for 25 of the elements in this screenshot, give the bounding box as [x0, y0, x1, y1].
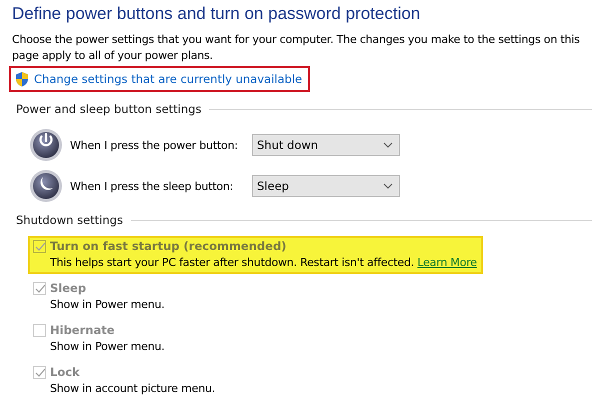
page-title: Define power buttons and turn on password protection: [12, 4, 422, 24]
shield-icon: [14, 71, 29, 87]
checkmark-icon: [34, 240, 45, 252]
setting-label: When I press the sleep button:: [70, 180, 234, 192]
option-description: Show in account picture menu.: [50, 382, 216, 395]
option-description: Show in Power menu.: [50, 340, 165, 353]
action-dropdown[interactable]: Sleep: [252, 175, 400, 197]
option-label: Hibernate: [50, 323, 115, 337]
chevron-down-icon: [383, 142, 393, 148]
section-heading: Shutdown settings: [16, 213, 123, 227]
description-text: Choose the power settings that you want for your computer. The changes you make to the settings on this page apply to all of your power plans.: [12, 32, 581, 64]
checkmark-icon: [34, 282, 45, 294]
action-dropdown[interactable]: Shut down: [252, 134, 400, 156]
chevron-down-icon: [383, 183, 393, 189]
option-label: Sleep: [50, 281, 86, 295]
option-label: Turn on fast startup (recommended): [50, 239, 286, 253]
moon-icon: [29, 169, 63, 203]
section-heading: Power and sleep button settings: [16, 102, 202, 116]
power-icon: [29, 128, 63, 162]
settings-link[interactable]: Change settings that are currently unavailable: [34, 72, 302, 86]
option-label: Lock: [50, 365, 80, 379]
checkmark-icon: [34, 366, 45, 378]
option-description: Show in Power menu.: [50, 298, 165, 311]
setting-label: When I press the power button:: [70, 138, 239, 152]
option-description: This helps start your PC faster after shutdown. Restart isn't affected.: [50, 256, 414, 269]
